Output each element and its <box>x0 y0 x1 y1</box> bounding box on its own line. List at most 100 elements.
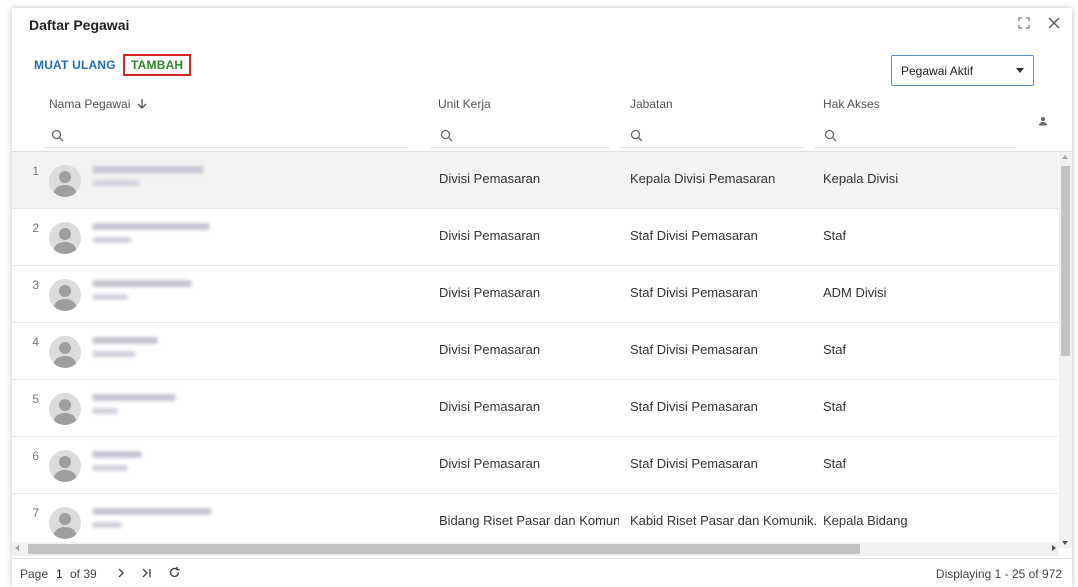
column-unit-label[interactable]: Unit Kerja <box>438 97 491 111</box>
avatar <box>49 165 81 197</box>
cell-hak: ADM Divisi <box>823 285 887 300</box>
column-header-name[interactable]: Nama Pegawai <box>49 97 147 111</box>
avatar <box>49 507 81 539</box>
cell-hak: Staf <box>823 228 847 243</box>
cell-jabatan: Staf Divisi Pemasaran <box>630 228 758 243</box>
avatar <box>49 222 81 254</box>
caret-down-icon <box>1016 68 1024 73</box>
row-number: 3 <box>32 278 39 292</box>
column-hak-label[interactable]: Hak Akses <box>823 97 880 111</box>
redacted-name <box>92 337 158 344</box>
redacted-id <box>92 408 118 414</box>
redacted-id <box>92 180 140 186</box>
avatar <box>49 336 81 368</box>
avatar <box>49 393 81 425</box>
cell-jabatan: Staf Divisi Pemasaran <box>630 285 758 300</box>
cell-unit: Bidang Riset Pasar dan Komuni... <box>439 513 619 528</box>
last-page-icon[interactable] <box>138 566 154 580</box>
cell-hak: Kepala Bidang <box>823 513 908 528</box>
cell-unit: Divisi Pemasaran <box>439 342 541 357</box>
redacted-id <box>92 522 122 528</box>
vertical-scrollbar[interactable] <box>1059 152 1072 548</box>
table-row[interactable]: 3 Divisi Pemasaran Staf Divisi Pemasaran… <box>12 266 1058 323</box>
cell-unit: Divisi Pemasaran <box>439 456 541 471</box>
redacted-id <box>92 351 136 357</box>
table-row[interactable]: 6 Divisi Pemasaran Staf Divisi Pemasaran… <box>12 437 1058 494</box>
row-number: 1 <box>32 164 39 178</box>
column-name: Nama Pegawai <box>43 92 428 152</box>
column-jabatan: Jabatan <box>620 92 808 152</box>
table-row[interactable]: 4 Divisi Pemasaran Staf Divisi Pemasaran… <box>12 323 1058 380</box>
redacted-name <box>92 280 192 287</box>
scroll-down-arrow-icon[interactable] <box>1062 541 1068 545</box>
search-hak-input[interactable] <box>814 124 1014 148</box>
cell-jabatan: Staf Divisi Pemasaran <box>630 399 758 414</box>
employee-status-value: Pegawai Aktif <box>901 63 974 78</box>
cell-unit: Divisi Pemasaran <box>439 228 541 243</box>
redacted-name <box>92 508 212 515</box>
search-name-input[interactable] <box>43 124 408 148</box>
scroll-up-arrow-icon[interactable] <box>1062 155 1068 159</box>
search-icon <box>51 129 64 142</box>
table-row[interactable]: 2 Divisi Pemasaran Staf Divisi Pemasaran… <box>12 209 1058 266</box>
employee-status-select[interactable]: Pegawai Aktif <box>891 55 1034 86</box>
cell-unit: Divisi Pemasaran <box>439 171 541 186</box>
table-header: Nama Pegawai Unit Kerja Jabatan Hak Akse… <box>12 92 1072 152</box>
displaying-count: Displaying 1 - 25 of 972 <box>935 567 1062 581</box>
table-row[interactable]: 1 Divisi Pemasaran Kepala Divisi Pemasar… <box>12 152 1058 209</box>
column-jabatan-label[interactable]: Jabatan <box>630 97 673 111</box>
scroll-left-arrow-icon[interactable] <box>15 545 19 551</box>
maximize-icon[interactable] <box>1016 15 1032 31</box>
redacted-name <box>92 394 176 401</box>
toolbar: MUAT ULANG TAMBAH Pegawai Aktif <box>12 50 1072 86</box>
horizontal-scroll-thumb[interactable] <box>28 544 860 554</box>
refresh-icon[interactable] <box>166 565 182 579</box>
cell-jabatan: Staf Divisi Pemasaran <box>630 456 758 471</box>
cell-hak: Staf <box>823 456 847 471</box>
cell-unit: Divisi Pemasaran <box>439 399 541 414</box>
table-row[interactable]: 5 Divisi Pemasaran Staf Divisi Pemasaran… <box>12 380 1058 437</box>
cell-unit: Divisi Pemasaran <box>439 285 541 300</box>
cell-hak: Staf <box>823 399 847 414</box>
user-column-icon[interactable] <box>1038 116 1048 126</box>
column-unit: Unit Kerja <box>428 92 610 152</box>
search-icon <box>630 129 643 142</box>
table-row[interactable]: 7 Bidang Riset Pasar dan Komuni... Kabid… <box>12 494 1058 542</box>
page-number-input[interactable]: 1 <box>56 567 63 581</box>
cell-jabatan: Kepala Divisi Pemasaran <box>630 171 776 186</box>
sort-down-arrow-icon <box>137 99 147 109</box>
avatar <box>49 450 81 482</box>
row-number: 6 <box>32 449 39 463</box>
scroll-right-arrow-icon[interactable] <box>1052 545 1056 551</box>
redacted-id <box>92 294 128 300</box>
cell-hak: Staf <box>823 342 847 357</box>
redacted-name <box>92 166 204 173</box>
search-icon <box>824 129 837 142</box>
pagination-bar: Page 1 of 39 Displaying 1 - 25 of 972 <box>12 558 1072 587</box>
column-name-label: Nama Pegawai <box>49 97 131 111</box>
table-body[interactable]: 1 Divisi Pemasaran Kepala Divisi Pemasar… <box>12 152 1058 542</box>
next-page-icon[interactable] <box>114 566 128 580</box>
column-options[interactable] <box>1028 92 1058 152</box>
redacted-id <box>92 465 128 471</box>
redacted-name <box>92 223 210 230</box>
cell-jabatan: Staf Divisi Pemasaran <box>630 342 758 357</box>
redacted-id <box>92 237 132 243</box>
add-button[interactable]: TAMBAH <box>123 54 192 76</box>
search-icon <box>440 129 453 142</box>
dialog-title: Daftar Pegawai <box>29 17 130 33</box>
page-label: Page <box>20 567 49 581</box>
page-count: of 39 <box>70 567 97 581</box>
row-number: 7 <box>32 506 39 520</box>
search-jabatan-input[interactable] <box>620 124 805 148</box>
avatar <box>49 279 81 311</box>
search-unit-input[interactable] <box>430 124 610 148</box>
row-number: 4 <box>32 335 39 349</box>
close-icon[interactable] <box>1046 15 1062 31</box>
reload-button[interactable]: MUAT ULANG <box>28 54 122 76</box>
row-number: 2 <box>32 221 39 235</box>
cell-hak: Kepala Divisi <box>823 171 899 186</box>
horizontal-scrollbar[interactable] <box>12 542 1059 556</box>
vertical-scroll-thumb[interactable] <box>1061 166 1070 356</box>
cell-jabatan: Kabid Riset Pasar dan Komunik... <box>630 513 817 528</box>
